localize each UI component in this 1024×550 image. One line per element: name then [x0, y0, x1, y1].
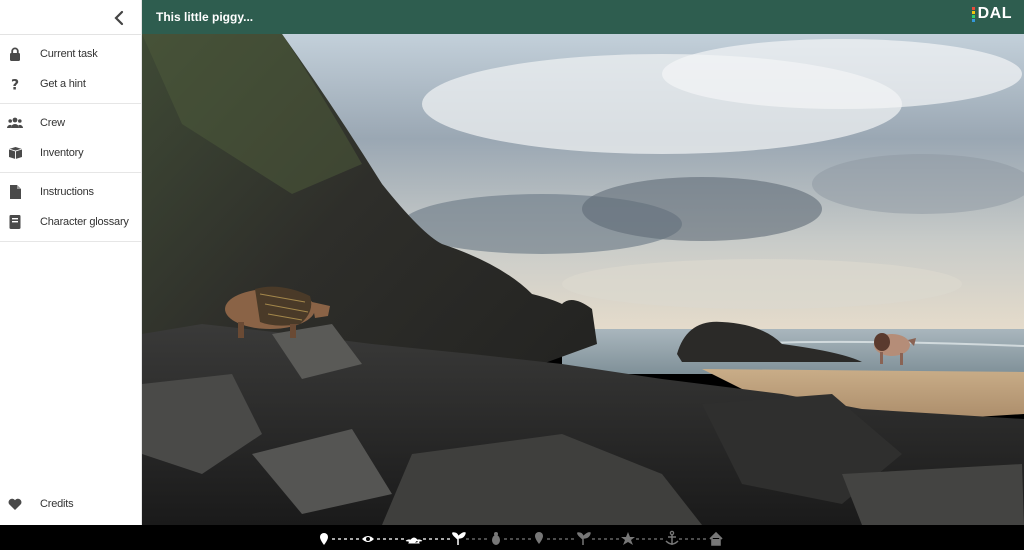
sidebar-item-label: Credits: [40, 498, 74, 510]
sidebar-item-label: Character glossary: [40, 216, 129, 228]
boxes-icon: [0, 147, 30, 159]
sidebar-item-label: Inventory: [40, 147, 84, 159]
sidebar-item-label: Get a hint: [40, 78, 86, 90]
nav-group-task: Current task ? Get a hint: [0, 35, 141, 104]
sidebar-item-credits[interactable]: Credits: [0, 489, 142, 519]
home-icon[interactable]: [709, 531, 723, 546]
progress-steps: [320, 530, 723, 546]
app-window: Current task ? Get a hint Crew Inventory…: [0, 0, 1024, 550]
credits-section: Credits: [0, 489, 142, 519]
brand-color-bars: [971, 6, 975, 22]
sidebar-item-label: Instructions: [40, 186, 94, 198]
sprout-icon[interactable]: [452, 532, 466, 545]
brand-text: DAL: [977, 5, 1012, 22]
beach-scene: [142, 34, 1024, 525]
sidebar: Current task ? Get a hint Crew Inventory…: [0, 0, 142, 525]
sidebar-item-get-a-hint[interactable]: ? Get a hint: [0, 69, 141, 99]
anchor-icon[interactable]: [665, 530, 679, 545]
sprout-icon[interactable]: [577, 532, 591, 545]
sidebar-item-label: Current task: [40, 48, 98, 60]
file-icon: [0, 185, 30, 199]
scene-viewport[interactable]: [142, 34, 1024, 525]
nav-group-people: Crew Inventory: [0, 104, 141, 173]
book-icon: [0, 215, 30, 229]
sidebar-header: [0, 0, 141, 35]
collapse-sidebar-button[interactable]: [109, 8, 129, 28]
sidebar-item-current-task[interactable]: Current task: [0, 39, 141, 69]
sidebar-item-inventory[interactable]: Inventory: [0, 138, 141, 168]
map-marker-icon[interactable]: [535, 532, 543, 544]
lotus-icon[interactable]: [405, 537, 423, 544]
sidebar-item-crew[interactable]: Crew: [0, 108, 141, 138]
sidebar-item-instructions[interactable]: Instructions: [0, 177, 141, 207]
sidebar-item-character-glossary[interactable]: Character glossary: [0, 207, 141, 237]
page-title: This little piggy...: [156, 10, 254, 24]
heart-icon: [0, 498, 30, 510]
question-icon: ?: [0, 77, 30, 92]
chevron-left-icon: [114, 10, 124, 26]
lock-icon: [0, 47, 30, 61]
nav-group-docs: Instructions Character glossary: [0, 173, 141, 242]
bug-icon[interactable]: [492, 532, 500, 545]
progress-track: [0, 525, 1024, 550]
eye-icon[interactable]: [362, 536, 374, 542]
star-icon[interactable]: [621, 532, 635, 545]
svg-text:?: ?: [11, 78, 19, 92]
sidebar-item-label: Crew: [40, 117, 65, 129]
brand-logo: DAL: [971, 5, 1012, 23]
map-marker-icon[interactable]: [320, 533, 328, 545]
top-bar: This little piggy... DAL: [142, 0, 1024, 34]
users-icon: [0, 117, 30, 129]
